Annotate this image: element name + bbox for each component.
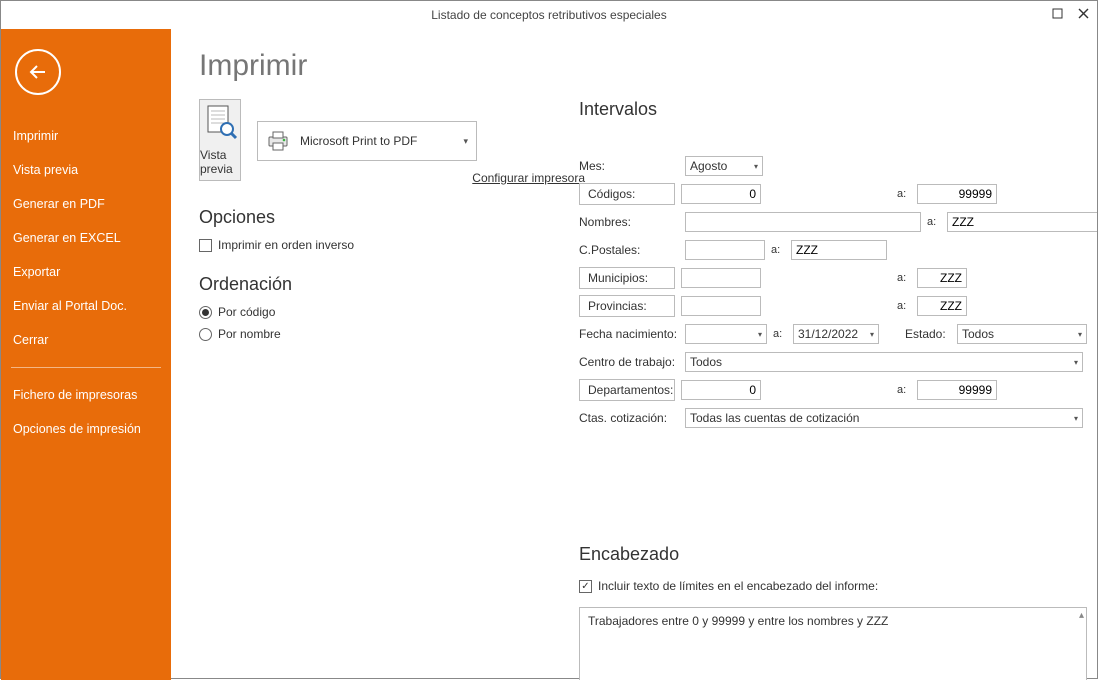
configurar-impresora-link[interactable]: Configurar impresora xyxy=(257,171,585,185)
page-title: Imprimir xyxy=(199,49,1069,83)
estado-value: Todos xyxy=(962,327,994,341)
codigos-to-input[interactable] xyxy=(917,184,997,204)
a-label: a: xyxy=(897,188,911,200)
chevron-down-icon: ▾ xyxy=(754,162,758,171)
estado-select[interactable]: Todos ▾ xyxy=(957,324,1087,344)
centro-trabajo-value: Todos xyxy=(690,355,722,369)
encabezado-textarea[interactable]: Trabajadores entre 0 y 99999 y entre los… xyxy=(579,607,1087,680)
chevron-down-icon: ▾ xyxy=(1074,358,1078,367)
sidebar-separator xyxy=(11,367,161,368)
mes-label: Mes: xyxy=(579,159,679,173)
chevron-down-icon: ▾ xyxy=(1074,414,1078,423)
radio-icon xyxy=(199,306,212,319)
a-label: a: xyxy=(773,328,787,340)
por-nombre-label: Por nombre xyxy=(218,327,281,341)
centro-trabajo-label: Centro de trabajo: xyxy=(579,355,679,369)
window-title: Listado de conceptos retributivos especi… xyxy=(431,8,666,22)
page-magnifier-icon xyxy=(200,104,240,142)
cpostales-label: C.Postales: xyxy=(579,243,679,257)
ordenacion-title: Ordenación xyxy=(199,274,539,295)
titlebar: Listado de conceptos retributivos especi… xyxy=(1,1,1097,29)
printer-select[interactable]: Microsoft Print to PDF ▾ xyxy=(257,121,477,161)
right-column: Intervalos Mes: Agosto ▾ Códigos: a: xyxy=(579,99,1097,680)
encabezado-text: Trabajadores entre 0 y 99999 y entre los… xyxy=(588,614,888,628)
sidebar-item-fichero-impresoras[interactable]: Fichero de impresoras xyxy=(11,378,161,412)
sidebar-item-enviar-portal[interactable]: Enviar al Portal Doc. xyxy=(11,289,161,323)
sidebar-item-cerrar[interactable]: Cerrar xyxy=(11,323,161,357)
ordenacion-por-nombre-radio[interactable]: Por nombre xyxy=(199,327,539,341)
por-codigo-label: Por código xyxy=(218,305,275,319)
estado-label: Estado: xyxy=(905,327,951,341)
scroll-up-icon[interactable]: ▴ xyxy=(1079,610,1084,621)
departamentos-button[interactable]: Departamentos: xyxy=(579,379,675,401)
nombres-label: Nombres: xyxy=(579,215,679,229)
cpostales-to-input[interactable] xyxy=(791,240,887,260)
fecha-nac-to-select[interactable]: 31/12/2022 ▾ xyxy=(793,324,879,344)
municipios-from-input[interactable] xyxy=(681,268,761,288)
mes-select[interactable]: Agosto ▾ xyxy=(685,156,763,176)
imprimir-orden-inverso-checkbox[interactable]: Imprimir en orden inverso xyxy=(199,238,539,252)
provincias-button[interactable]: Provincias: xyxy=(579,295,675,317)
printer-icon xyxy=(266,130,290,152)
ctas-cotizacion-label: Ctas. cotización: xyxy=(579,411,679,425)
fecha-nacimiento-label: Fecha nacimiento: xyxy=(579,327,679,341)
fecha-nac-from-select[interactable]: ▾ xyxy=(685,324,767,344)
codigos-from-input[interactable] xyxy=(681,184,761,204)
maximize-icon[interactable] xyxy=(1049,5,1065,21)
fecha-nac-to-value: 31/12/2022 xyxy=(798,327,858,341)
sidebar-item-opciones-impresion[interactable]: Opciones de impresión xyxy=(11,412,161,446)
departamentos-to-input[interactable] xyxy=(917,380,997,400)
checkbox-icon xyxy=(199,239,212,252)
encabezado-title: Encabezado xyxy=(579,544,1097,565)
incluir-texto-limites-checkbox[interactable]: ✓ Incluir texto de límites en el encabez… xyxy=(579,579,1097,593)
provincias-to-input[interactable] xyxy=(917,296,967,316)
cpostales-from-input[interactable] xyxy=(685,240,765,260)
sidebar-item-imprimir[interactable]: Imprimir xyxy=(11,119,161,153)
vista-previa-button[interactable]: Vista previa xyxy=(199,99,241,181)
chevron-down-icon: ▾ xyxy=(870,330,874,339)
radio-icon xyxy=(199,328,212,341)
departamentos-from-input[interactable] xyxy=(681,380,761,400)
sidebar-item-generar-pdf[interactable]: Generar en PDF xyxy=(11,187,161,221)
centro-trabajo-select[interactable]: Todos ▾ xyxy=(685,352,1083,372)
arrow-left-icon xyxy=(27,61,49,83)
a-label: a: xyxy=(897,384,911,396)
a-label: a: xyxy=(897,272,911,284)
municipios-to-input[interactable] xyxy=(917,268,967,288)
window-controls xyxy=(1049,5,1091,21)
sidebar-item-generar-excel[interactable]: Generar en EXCEL xyxy=(11,221,161,255)
codigos-button[interactable]: Códigos: xyxy=(579,183,675,205)
mes-value: Agosto xyxy=(690,159,727,173)
checkbox-checked-icon: ✓ xyxy=(579,580,592,593)
provincias-from-input[interactable] xyxy=(681,296,761,316)
nombres-from-input[interactable] xyxy=(685,212,921,232)
left-column: Vista previa Microsoft P xyxy=(199,99,539,680)
main-content: Imprimir Vista pr xyxy=(171,29,1097,680)
ordenacion-por-codigo-radio[interactable]: Por código xyxy=(199,305,539,319)
incluir-texto-limites-label: Incluir texto de límites en el encabezad… xyxy=(598,579,878,593)
municipios-button[interactable]: Municipios: xyxy=(579,267,675,289)
printer-name: Microsoft Print to PDF xyxy=(300,134,417,148)
ctas-cotizacion-value: Todas las cuentas de cotización xyxy=(690,411,859,425)
sidebar-item-exportar[interactable]: Exportar xyxy=(11,255,161,289)
ctas-cotizacion-select[interactable]: Todas las cuentas de cotización ▾ xyxy=(685,408,1083,428)
a-label: a: xyxy=(927,216,941,228)
imprimir-orden-inverso-label: Imprimir en orden inverso xyxy=(218,238,354,252)
sidebar-item-vista-previa[interactable]: Vista previa xyxy=(11,153,161,187)
back-button[interactable] xyxy=(15,49,61,95)
chevron-down-icon: ▾ xyxy=(1078,330,1082,339)
a-label: a: xyxy=(897,300,911,312)
chevron-down-icon: ▾ xyxy=(758,330,762,339)
close-icon[interactable] xyxy=(1075,5,1091,21)
intervalos-title: Intervalos xyxy=(579,99,1097,120)
chevron-down-icon: ▾ xyxy=(463,136,468,147)
sidebar: Imprimir Vista previa Generar en PDF Gen… xyxy=(1,29,171,680)
vista-previa-label: Vista previa xyxy=(200,148,240,176)
opciones-title: Opciones xyxy=(199,207,539,228)
a-label: a: xyxy=(771,244,785,256)
nombres-to-input[interactable] xyxy=(947,212,1097,232)
